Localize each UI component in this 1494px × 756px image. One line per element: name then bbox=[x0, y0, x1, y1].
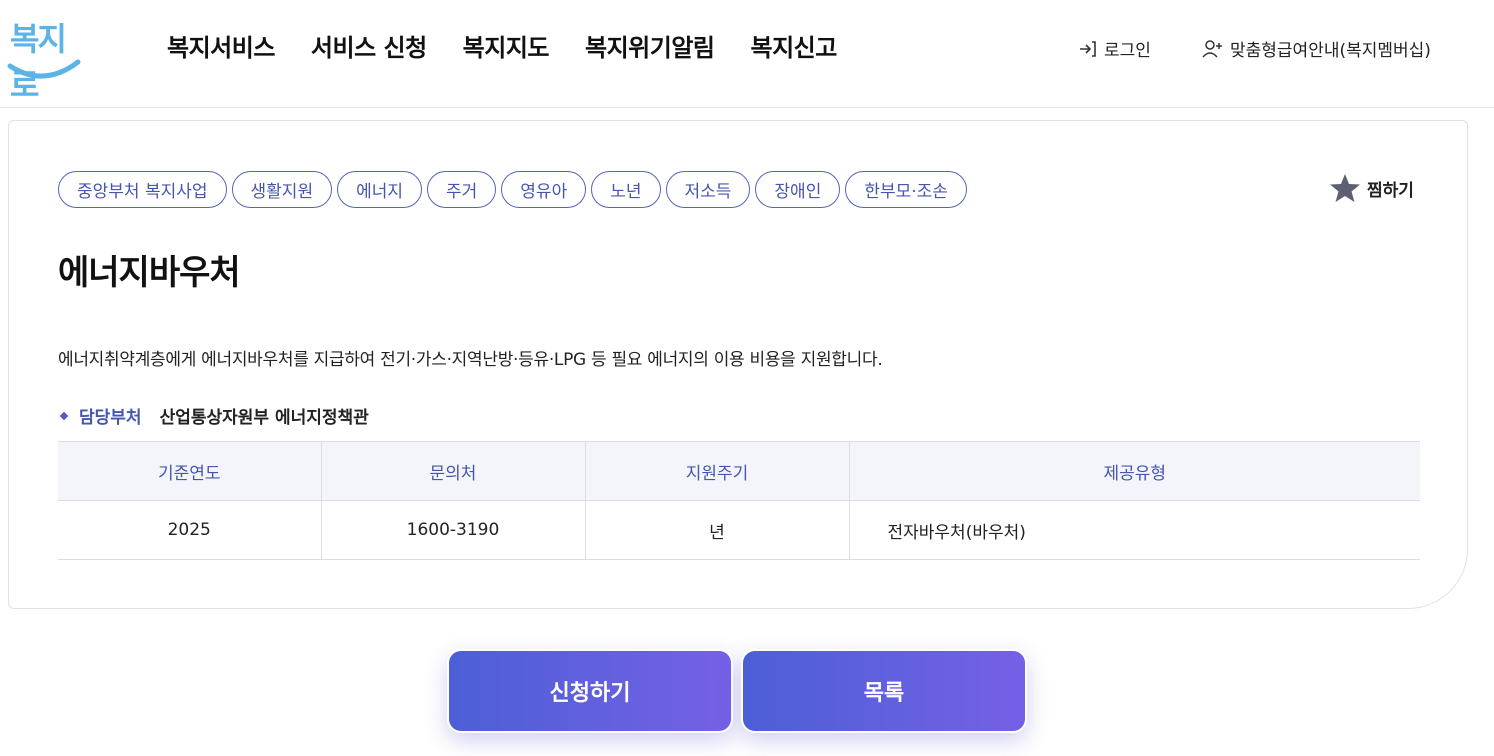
site-logo[interactable]: 복지로 bbox=[6, 10, 82, 104]
star-icon bbox=[1330, 174, 1360, 202]
cell-support-cycle: 년 bbox=[585, 500, 850, 560]
favorite-label: 찜하기 bbox=[1367, 180, 1414, 201]
tag-energy[interactable]: 에너지 bbox=[337, 171, 423, 208]
favorite-button[interactable]: 찜하기 bbox=[1329, 173, 1414, 203]
tag-housing[interactable]: 주거 bbox=[427, 171, 497, 208]
login-link[interactable]: 로그인 bbox=[1078, 36, 1151, 61]
tag-single-parent[interactable]: 한부모·조손 bbox=[845, 171, 967, 208]
service-title: 에너지바우처 bbox=[58, 253, 241, 293]
nav-item-crisis-alert[interactable]: 복지위기알림 bbox=[585, 28, 715, 63]
user-add-icon bbox=[1202, 39, 1222, 58]
login-icon bbox=[1080, 40, 1096, 57]
department-label: 담당부처 bbox=[79, 408, 142, 428]
tag-low-income[interactable]: 저소득 bbox=[665, 171, 751, 208]
department-info: 담당부처 산업통상자원부 에너지정책관 bbox=[58, 403, 369, 428]
apply-button[interactable]: 신청하기 bbox=[447, 649, 733, 733]
logo-smile-icon bbox=[7, 59, 81, 79]
main-nav: 복지서비스 서비스 신청 복지지도 복지위기알림 복지신고 bbox=[167, 28, 873, 63]
tag-central-ministry[interactable]: 중앙부처 복지사업 bbox=[58, 171, 227, 208]
department-value: 산업통상자원부 에너지정책관 bbox=[159, 408, 369, 428]
header-provision-type: 제공유형 bbox=[849, 441, 1420, 501]
service-detail-card: 중앙부처 복지사업 생활지원 에너지 주거 영유아 노년 저소득 장애인 한부모… bbox=[8, 120, 1468, 609]
cell-contact: 1600-3190 bbox=[321, 500, 586, 560]
table-row: 2025 1600-3190 년 전자바우처(바우처) bbox=[58, 500, 1420, 560]
list-button[interactable]: 목록 bbox=[741, 649, 1027, 733]
nav-item-welfare-report[interactable]: 복지신고 bbox=[750, 28, 837, 63]
tag-disabled[interactable]: 장애인 bbox=[755, 171, 841, 208]
nav-item-welfare-map[interactable]: 복지지도 bbox=[463, 28, 550, 63]
diamond-bullet-icon bbox=[59, 411, 69, 420]
membership-link[interactable]: 맞춤형급여안내(복지멤버십) bbox=[1202, 36, 1431, 61]
cell-base-year: 2025 bbox=[58, 500, 322, 560]
service-info-table: 기준연도 문의처 지원주기 제공유형 2025 1600-3190 년 전자바우… bbox=[58, 441, 1420, 560]
site-header: 복지로 복지서비스 서비스 신청 복지지도 복지위기알림 복지신고 로그인 맞춤… bbox=[0, 0, 1494, 108]
table-header-row: 기준연도 문의처 지원주기 제공유형 bbox=[58, 441, 1420, 501]
tag-living-support[interactable]: 생활지원 bbox=[231, 171, 333, 208]
header-support-cycle: 지원주기 bbox=[585, 441, 850, 501]
cell-provision-type: 전자바우처(바우처) bbox=[849, 500, 1420, 560]
service-description: 에너지취약계층에게 에너지바우처를 지급하여 전기·가스·지역난방·등유·LPG… bbox=[58, 350, 883, 370]
login-label: 로그인 bbox=[1104, 41, 1151, 61]
header-base-year: 기준연도 bbox=[58, 441, 322, 501]
nav-item-service-apply[interactable]: 서비스 신청 bbox=[311, 28, 427, 63]
membership-label: 맞춤형급여안내(복지멤버십) bbox=[1230, 41, 1431, 61]
nav-item-welfare-service[interactable]: 복지서비스 bbox=[167, 28, 275, 63]
tag-elderly[interactable]: 노년 bbox=[591, 171, 661, 208]
header-contact: 문의처 bbox=[321, 441, 586, 501]
category-tags: 중앙부처 복지사업 생활지원 에너지 주거 영유아 노년 저소득 장애인 한부모… bbox=[58, 171, 972, 208]
tag-infant[interactable]: 영유아 bbox=[501, 171, 587, 208]
